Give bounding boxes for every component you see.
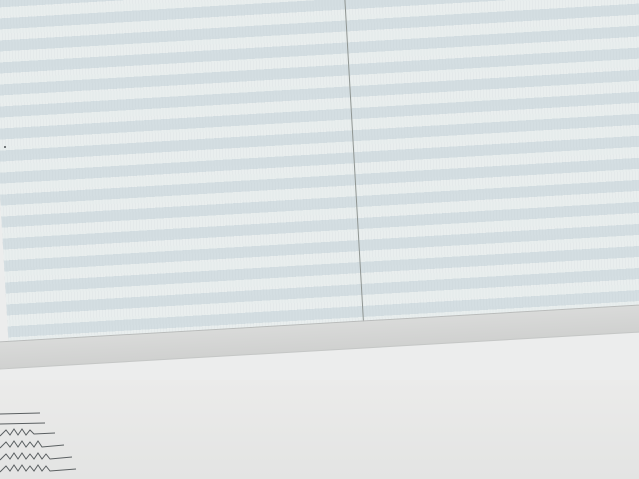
- lower-panel: [0, 380, 639, 479]
- screen: [0, 0, 639, 479]
- cursor-dot: [4, 146, 6, 148]
- zigzag-text-icon: [0, 412, 77, 473]
- column-divider[interactable]: [342, 0, 366, 347]
